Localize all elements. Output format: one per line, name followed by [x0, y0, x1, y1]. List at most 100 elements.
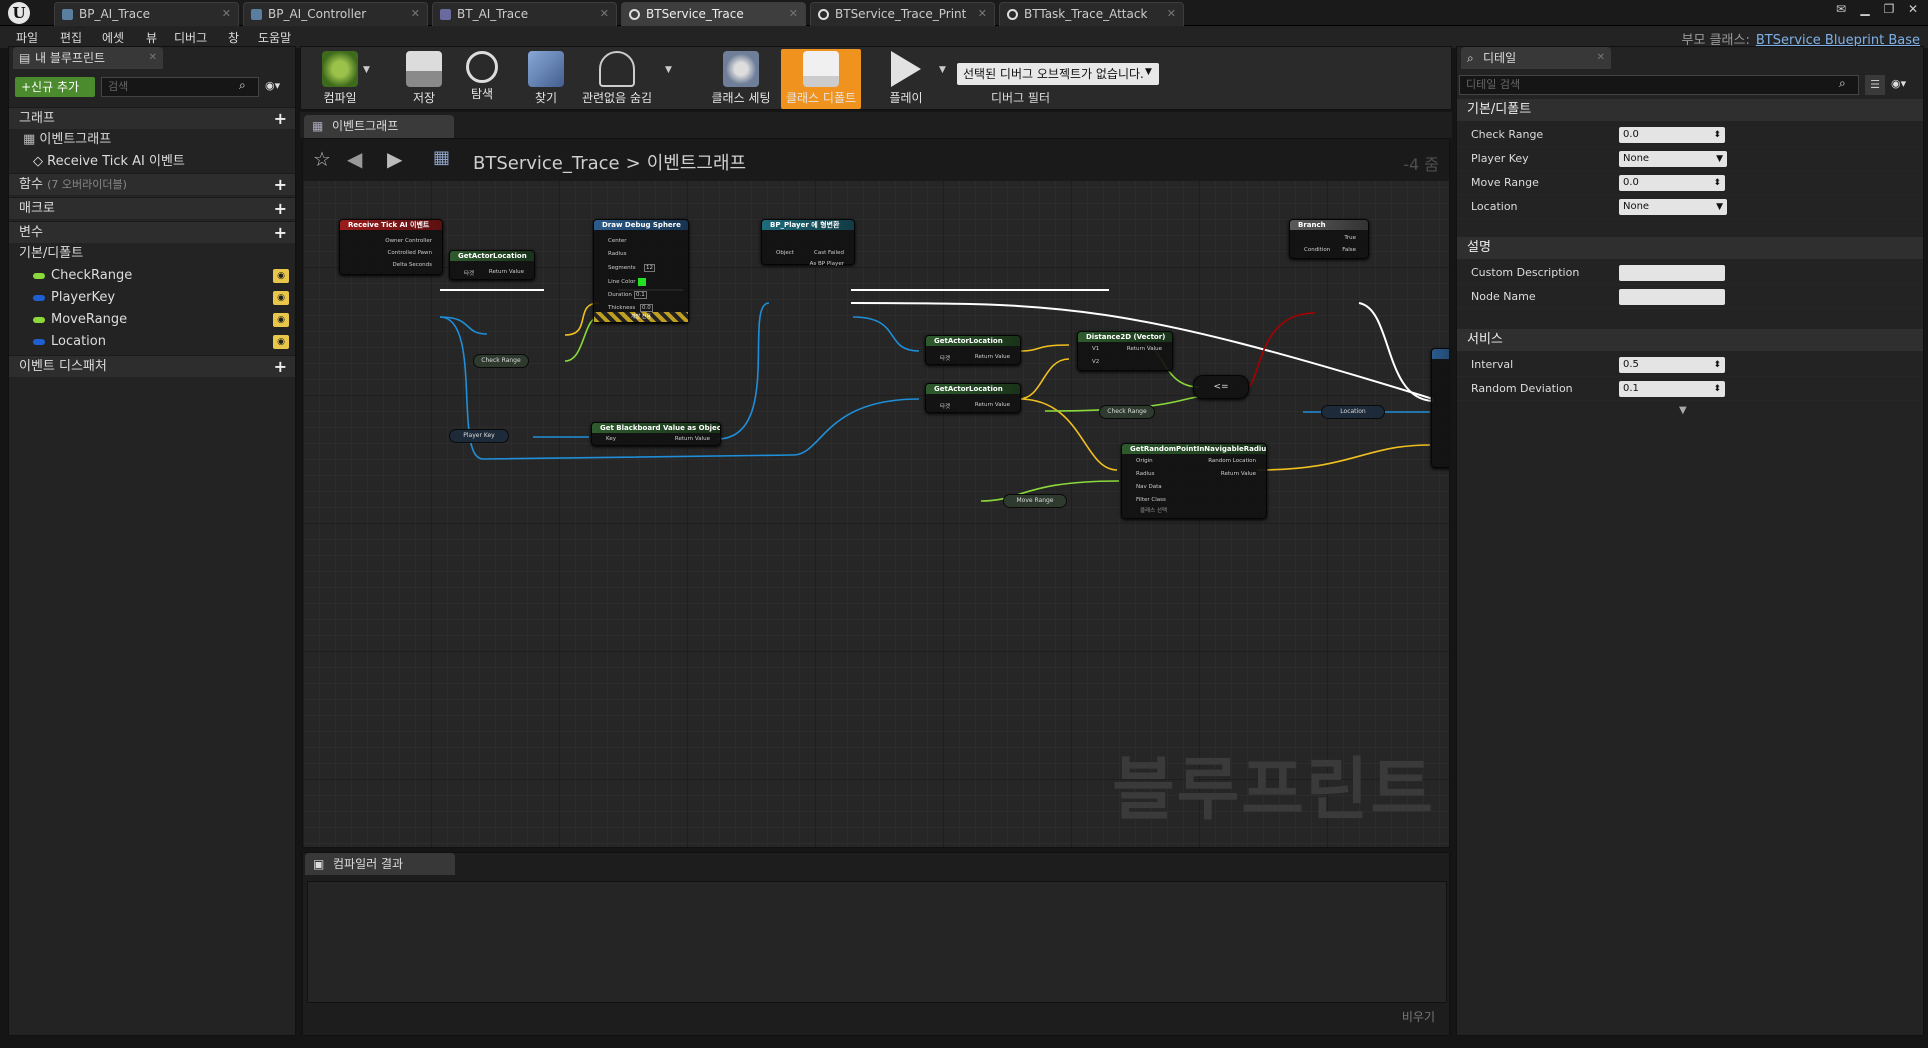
- pin-controlled-pawn[interactable]: Controlled Pawn: [388, 250, 432, 256]
- menu-file[interactable]: 파일: [16, 29, 38, 46]
- variable-node-check-range[interactable]: Check Range: [473, 354, 529, 368]
- pin-object[interactable]: Object: [776, 250, 794, 256]
- pin-duration[interactable]: Duration: [608, 292, 632, 298]
- expand-advanced-icon[interactable]: ▼: [1679, 405, 1687, 416]
- variable-category[interactable]: 기본/디폴트: [9, 243, 295, 265]
- tab-bttask-trace-attack[interactable]: BTTask_Trace_Attack ✕: [999, 2, 1184, 26]
- restore-icon[interactable]: ❐: [1882, 2, 1896, 16]
- eye-icon[interactable]: ◉: [273, 335, 289, 349]
- thickness-value[interactable]: 0.0: [640, 304, 653, 312]
- variable-item[interactable]: MoveRange ◉: [9, 309, 295, 331]
- close-icon[interactable]: ✕: [1597, 47, 1605, 69]
- event-item[interactable]: ◇ Receive Tick AI 이벤트: [9, 151, 295, 173]
- pin-target[interactable]: 타겟: [464, 269, 474, 277]
- graph-canvas[interactable]: ☆ ◀ ▶ ▦ BTService_Trace > 이벤트그래프 -4 줌 Re…: [302, 138, 1450, 848]
- close-icon[interactable]: ✕: [789, 3, 798, 25]
- add-dispatcher-icon[interactable]: +: [274, 356, 287, 378]
- spin-icon[interactable]: ⬍: [1713, 127, 1721, 143]
- pin-nav-data[interactable]: Nav Data: [1136, 484, 1162, 490]
- menu-view[interactable]: 뷰: [146, 29, 157, 46]
- player-key-select[interactable]: None ▼: [1619, 151, 1727, 167]
- section-service[interactable]: 서비스: [1457, 329, 1923, 351]
- pin-v1[interactable]: V1: [1092, 346, 1099, 352]
- add-function-icon[interactable]: +: [274, 174, 287, 196]
- node-get-actor-location[interactable]: GetActorLocation 타겟 Return Value: [925, 383, 1021, 413]
- node-draw-debug-sphere[interactable]: Draw Debug Sphere Center Radius Segments…: [593, 219, 689, 323]
- close-window-icon[interactable]: ✕: [1906, 2, 1920, 16]
- section-graphs[interactable]: 그래프 +: [9, 107, 295, 129]
- pin-cast-failed[interactable]: Cast Failed: [814, 250, 844, 256]
- spin-icon[interactable]: ⬍: [1713, 357, 1721, 373]
- add-macro-icon[interactable]: +: [274, 198, 287, 220]
- node-distance-2d[interactable]: Distance2D (Vector) V1 V2 Return Value: [1077, 331, 1173, 371]
- pin-return-value[interactable]: Return Value: [675, 436, 710, 442]
- node-set-blackboard-partial[interactable]: [1431, 348, 1449, 468]
- section-variables[interactable]: 변수 +: [9, 221, 295, 243]
- pin-false[interactable]: False: [1342, 247, 1356, 253]
- details-search-input[interactable]: 디테일 검색: [1459, 75, 1859, 95]
- close-icon[interactable]: ✕: [411, 3, 420, 25]
- debug-object-select[interactable]: 선택된 디버그 오브젝트가 없습니다.: [957, 63, 1159, 85]
- pin-condition[interactable]: Condition: [1304, 247, 1330, 253]
- node-get-blackboard-value[interactable]: Get Blackboard Value as Object Key Retur…: [591, 422, 721, 446]
- close-icon[interactable]: ✕: [1167, 3, 1176, 25]
- filter-class-select[interactable]: 클래스 선택: [1140, 506, 1167, 514]
- eye-icon[interactable]: ◉▾: [265, 79, 280, 92]
- node-cast-bp-player[interactable]: BP_Player 에 형변환 Object Cast Failed As BP…: [761, 219, 855, 267]
- menu-edit[interactable]: 편집: [60, 29, 82, 46]
- pin-delta-seconds[interactable]: Delta Seconds: [392, 262, 432, 268]
- list-view-icon[interactable]: ☰: [1865, 75, 1885, 95]
- variable-node-location[interactable]: Location: [1321, 405, 1385, 419]
- pin-return-value[interactable]: Return Value: [975, 402, 1010, 408]
- event-graph-item[interactable]: ▦ 이벤트그래프: [9, 129, 295, 151]
- details-tab[interactable]: ⌕ 디테일 ✕: [1461, 47, 1611, 69]
- pin-random-location[interactable]: Random Location: [1208, 458, 1256, 464]
- color-swatch[interactable]: [638, 278, 646, 286]
- variable-item[interactable]: CheckRange ◉: [9, 265, 295, 287]
- pin-v2[interactable]: V2: [1092, 359, 1099, 365]
- add-variable-icon[interactable]: +: [274, 222, 287, 244]
- add-new-button[interactable]: +신규 추가: [15, 77, 95, 97]
- menu-help[interactable]: 도움말: [258, 29, 291, 46]
- notification-icon[interactable]: ✉: [1834, 2, 1848, 16]
- variable-item[interactable]: PlayerKey ◉: [9, 287, 295, 309]
- pin-owner-controller[interactable]: Owner Controller: [385, 238, 432, 244]
- pin-segments[interactable]: Segments: [608, 265, 636, 271]
- close-icon[interactable]: ✕: [222, 3, 231, 25]
- play-button[interactable]: 플레이: [871, 49, 941, 109]
- clear-button[interactable]: 비우기: [1402, 1008, 1435, 1025]
- spin-icon[interactable]: ⬍: [1713, 175, 1721, 191]
- menu-asset[interactable]: 에셋: [102, 29, 124, 46]
- pin-radius[interactable]: Radius: [1136, 471, 1154, 477]
- compiler-results-tab[interactable]: ▣ 컴파일러 결과: [305, 853, 455, 875]
- pin-thickness[interactable]: Thickness: [608, 305, 635, 311]
- node-receive-tick-ai[interactable]: Receive Tick AI 이벤트 Owner Controller Con…: [339, 219, 443, 275]
- duration-value[interactable]: 0.1: [634, 291, 647, 299]
- eye-icon[interactable]: ◉▾: [1891, 77, 1906, 90]
- chevron-down-icon[interactable]: ▼: [939, 65, 946, 75]
- close-icon[interactable]: ✕: [149, 47, 157, 69]
- eye-icon[interactable]: ◉: [273, 291, 289, 305]
- pin-center[interactable]: Center: [608, 238, 627, 244]
- node-get-actor-location[interactable]: GetActorLocation 타겟 Return Value: [925, 335, 1021, 365]
- section-macros[interactable]: 매크로 +: [9, 197, 295, 219]
- menu-debug[interactable]: 디버그: [174, 29, 207, 46]
- add-graph-icon[interactable]: +: [274, 108, 287, 130]
- section-defaults[interactable]: 기본/디폴트: [1457, 99, 1923, 121]
- chevron-down-icon[interactable]: ▼: [363, 65, 370, 75]
- move-range-field[interactable]: 0.0 ⬍: [1619, 175, 1725, 191]
- pin-target[interactable]: 타겟: [940, 354, 950, 362]
- tab-event-graph[interactable]: ▦ 이벤트그래프: [304, 115, 454, 138]
- node-name-input[interactable]: [1619, 289, 1725, 305]
- class-settings-button[interactable]: 클래스 세팅: [701, 49, 781, 109]
- tab-btservice-trace[interactable]: BTService_Trace ✕: [621, 2, 806, 26]
- tab-bp-ai-controller[interactable]: BP_AI_Controller ✕: [243, 2, 428, 26]
- close-icon[interactable]: ✕: [978, 3, 987, 25]
- section-description[interactable]: 설명: [1457, 237, 1923, 259]
- search-input[interactable]: 검색: [101, 77, 259, 97]
- pin-target[interactable]: 타겟: [940, 402, 950, 410]
- section-functions[interactable]: 함수 (7 오버라이더블) +: [9, 173, 295, 195]
- pin-true[interactable]: True: [1344, 235, 1356, 241]
- eye-icon[interactable]: ◉: [273, 269, 289, 283]
- pin-return-value[interactable]: Return Value: [489, 269, 524, 275]
